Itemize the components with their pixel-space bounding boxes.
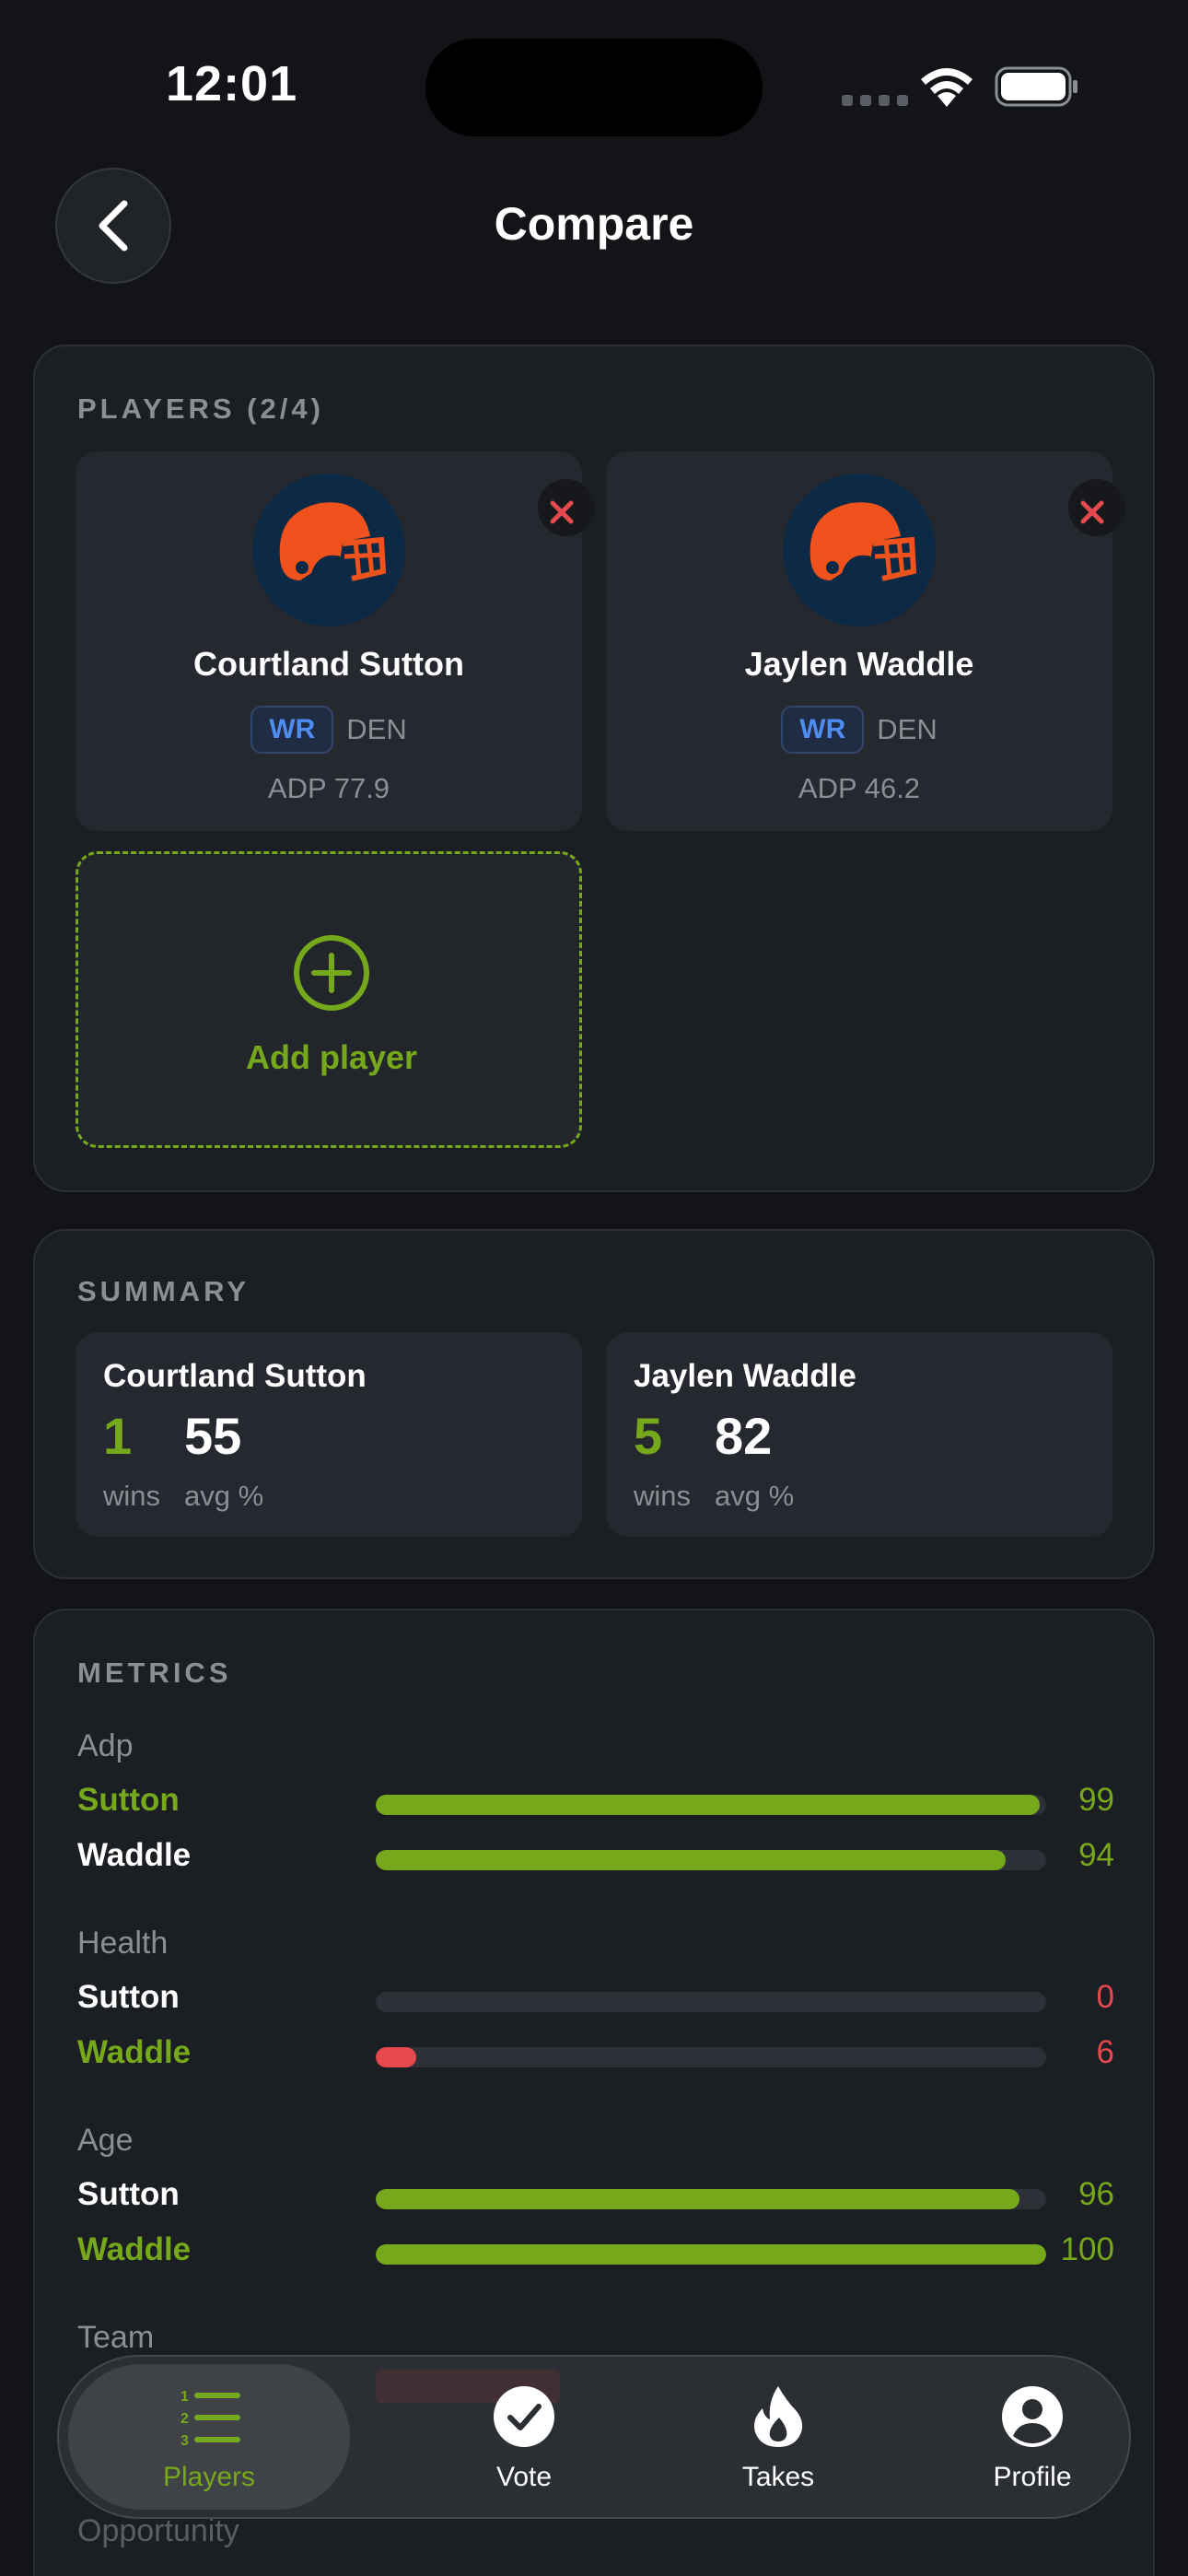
metric-player-name: Sutton	[77, 2176, 180, 2212]
remove-player-button[interactable]	[538, 479, 595, 536]
team-abbreviation: DEN	[346, 713, 407, 745]
player-meta: WR DEN	[606, 706, 1112, 754]
metric-title: Adp	[77, 1728, 134, 1763]
metric-value: 99	[1078, 1782, 1114, 1818]
metric-player-name: Waddle	[77, 1837, 192, 1873]
metric-bar-fill	[376, 1850, 1007, 1870]
ranked-list-icon: 1 2 3	[181, 2389, 240, 2449]
metric-title: Age	[77, 2123, 134, 2158]
battery-icon	[995, 66, 1077, 107]
metric-bar-track	[376, 1795, 1046, 1815]
helmet-icon	[809, 502, 917, 581]
summary-avg-value: 55	[184, 1407, 242, 1465]
svg-text:1: 1	[181, 2389, 189, 2405]
tab-label: Vote	[495, 2462, 553, 2492]
metric-row: Waddle 100	[77, 2228, 1114, 2274]
tab-vote[interactable]: Vote	[400, 2357, 648, 2517]
summary-tile: Courtland Sutton 1 55 wins avg %	[76, 1332, 582, 1537]
check-circle-icon	[494, 2386, 554, 2447]
cellular-signal-icon	[842, 95, 908, 106]
add-player-label: Add player	[245, 1038, 418, 1076]
tab-players[interactable]: 1 2 3 Players	[68, 2364, 350, 2510]
summary-avg-label: avg %	[184, 1480, 264, 1512]
team-logo	[252, 474, 595, 626]
position-badge: WR	[781, 706, 865, 754]
metric-bar-track	[376, 1992, 1046, 2012]
team-logo	[783, 474, 1125, 626]
summary-wins-value: 1	[103, 1407, 133, 1465]
metric-bar-fill	[376, 2047, 416, 2067]
wifi-icon	[921, 68, 973, 107]
metric-value: 96	[1078, 2176, 1114, 2212]
summary-avg-label: avg %	[715, 1480, 795, 1512]
summary-wins-label: wins	[103, 1480, 161, 1512]
summary-tile: Jaylen Waddle 5 82 wins avg %	[606, 1332, 1112, 1537]
players-card: PLAYERS (2/4) Courtland Sutton WR DEN AD…	[33, 345, 1155, 1192]
tab-takes[interactable]: Takes	[654, 2357, 903, 2517]
metric-row: Sutton 0	[77, 1975, 1114, 2021]
tab-profile[interactable]: Profile	[908, 2357, 1157, 2517]
metric-row: Waddle 6	[77, 2031, 1114, 2077]
position-badge: WR	[250, 706, 334, 754]
players-section-label: PLAYERS (2/4)	[77, 392, 324, 425]
tab-label: Profile	[993, 2462, 1072, 2492]
metric-bar-fill	[376, 1795, 1040, 1815]
metric-row: Sutton 96	[77, 2172, 1114, 2219]
metric-title: Team	[77, 2320, 155, 2355]
metric-bar-track	[376, 2189, 1046, 2209]
status-time: 12:01	[166, 56, 298, 111]
metric-row: Sutton 99	[77, 1778, 1114, 1824]
metric-value: 100	[1060, 2231, 1114, 2267]
summary-wins-label: wins	[634, 1480, 692, 1512]
metric-bar-track	[376, 1850, 1046, 1870]
close-icon	[550, 500, 574, 524]
summary-card: SUMMARY Courtland Sutton 1 55 wins avg %…	[33, 1229, 1155, 1579]
metric-value: 0	[1096, 1979, 1114, 2015]
add-player-button[interactable]: Add player	[76, 851, 582, 1148]
bottom-tab-bar: 1 2 3 Players Vote Takes Profile	[57, 2355, 1131, 2519]
metric-bar-fill	[376, 2189, 1019, 2209]
metrics-section-label: METRICS	[77, 1657, 232, 1689]
metric-bar-track	[376, 2047, 1046, 2067]
player-adp: ADP 77.9	[267, 772, 390, 804]
page-title: Compare	[494, 198, 694, 250]
status-bar: 12:01	[0, 0, 1188, 175]
player-name: Courtland Sutton	[193, 645, 464, 683]
helmet-icon	[279, 502, 387, 581]
metric-row: Waddle 94	[77, 1833, 1114, 1879]
summary-player-name: Courtland Sutton	[103, 1358, 367, 1394]
metric-player-name: Waddle	[77, 2034, 192, 2070]
metric-value: 6	[1096, 2034, 1114, 2070]
player-tile[interactable]: Courtland Sutton WR DEN ADP 77.9	[76, 451, 595, 831]
metric-player-name: Sutton	[77, 1979, 180, 2015]
metric-bar-fill	[376, 2244, 1046, 2265]
metric-player-name: Waddle	[77, 2231, 192, 2267]
metric-value: 94	[1078, 1837, 1114, 1873]
player-meta: WR DEN	[76, 706, 582, 754]
summary-avg-value: 82	[715, 1407, 773, 1465]
tab-label: Players	[162, 2462, 256, 2492]
svg-text:3: 3	[181, 2433, 189, 2449]
summary-section-label: SUMMARY	[77, 1275, 250, 1307]
remove-player-button[interactable]	[1068, 479, 1125, 536]
metric-bar-track	[376, 2244, 1046, 2265]
plus-circle-icon	[294, 935, 369, 1011]
flame-icon	[754, 2386, 803, 2447]
metric-title: Health	[77, 1926, 169, 1961]
summary-player-name: Jaylen Waddle	[634, 1358, 856, 1394]
svg-text:2: 2	[181, 2411, 189, 2427]
player-name: Jaylen Waddle	[744, 645, 974, 683]
team-abbreviation: DEN	[877, 713, 938, 745]
dynamic-island	[425, 39, 763, 136]
person-circle-icon	[1002, 2386, 1063, 2447]
close-icon	[1080, 500, 1104, 524]
tab-label: Takes	[741, 2462, 815, 2492]
summary-wins-value: 5	[634, 1407, 663, 1465]
player-tile[interactable]: Jaylen Waddle WR DEN ADP 46.2	[606, 451, 1125, 831]
player-adp: ADP 46.2	[798, 772, 921, 804]
metric-player-name: Sutton	[77, 1782, 180, 1818]
